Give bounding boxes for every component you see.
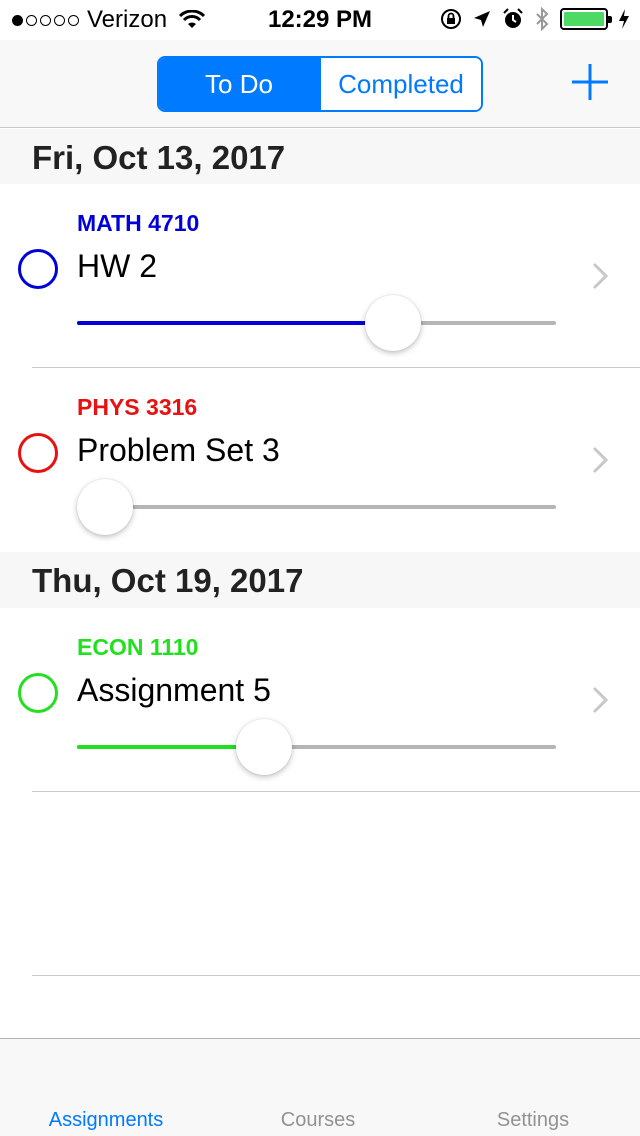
progress-slider-thumb[interactable] [235, 719, 292, 775]
assignment-row[interactable]: MATH 4710 HW 2 [0, 184, 640, 368]
alarm-icon [503, 8, 523, 28]
progress-slider[interactable] [77, 479, 556, 535]
progress-slider-thumb[interactable] [365, 295, 422, 351]
row-separator [32, 975, 640, 976]
tab-bar: Assignments Courses Settings [0, 1038, 640, 1136]
status-bar: Verizon 12:29 PM [0, 0, 640, 40]
assignment-title: Problem Set 3 [77, 432, 280, 468]
complete-toggle-circle-icon[interactable] [18, 673, 58, 713]
chevron-right-icon [592, 262, 608, 290]
status-right [440, 7, 630, 31]
chevron-right-icon [592, 446, 608, 474]
progress-slider[interactable] [77, 719, 556, 775]
assignment-row[interactable]: PHYS 3316 Problem Set 3 [0, 368, 640, 552]
course-label: MATH 4710 [77, 210, 200, 236]
progress-slider-thumb[interactable] [77, 479, 133, 535]
bluetooth-icon [536, 7, 549, 31]
section-header: Thu, Oct 19, 2017 [0, 552, 640, 608]
progress-slider[interactable] [77, 295, 556, 351]
battery-icon [560, 8, 612, 30]
orientation-lock-icon [441, 9, 461, 29]
filter-segmented-control[interactable]: To Do Completed [157, 56, 483, 112]
tab-courses[interactable]: Courses [228, 1109, 408, 1132]
assignment-title: Assignment 5 [77, 672, 271, 708]
tab-assignments[interactable]: Assignments [16, 1109, 196, 1132]
segment-to-do[interactable]: To Do [159, 58, 319, 110]
segment-completed[interactable]: Completed [319, 58, 481, 110]
progress-fill [77, 321, 394, 325]
location-arrow-icon [474, 11, 490, 27]
course-label: ECON 1110 [77, 634, 199, 660]
complete-toggle-circle-icon[interactable] [18, 249, 58, 289]
tab-settings[interactable]: Settings [443, 1109, 623, 1132]
add-assignment-plus-icon[interactable] [570, 62, 610, 102]
row-separator [32, 791, 640, 792]
charging-bolt-icon [619, 9, 629, 29]
section-date: Fri, Oct 13, 2017 [32, 139, 286, 176]
navigation-bar: To Do Completed [0, 40, 640, 128]
section-date: Thu, Oct 19, 2017 [32, 562, 304, 599]
assignment-row[interactable]: ECON 1110 Assignment 5 [0, 608, 640, 792]
chevron-right-icon [592, 686, 608, 714]
complete-toggle-circle-icon[interactable] [18, 433, 58, 473]
assignment-title: HW 2 [77, 248, 157, 284]
section-header: Fri, Oct 13, 2017 [0, 129, 640, 185]
course-label: PHYS 3316 [77, 394, 198, 420]
